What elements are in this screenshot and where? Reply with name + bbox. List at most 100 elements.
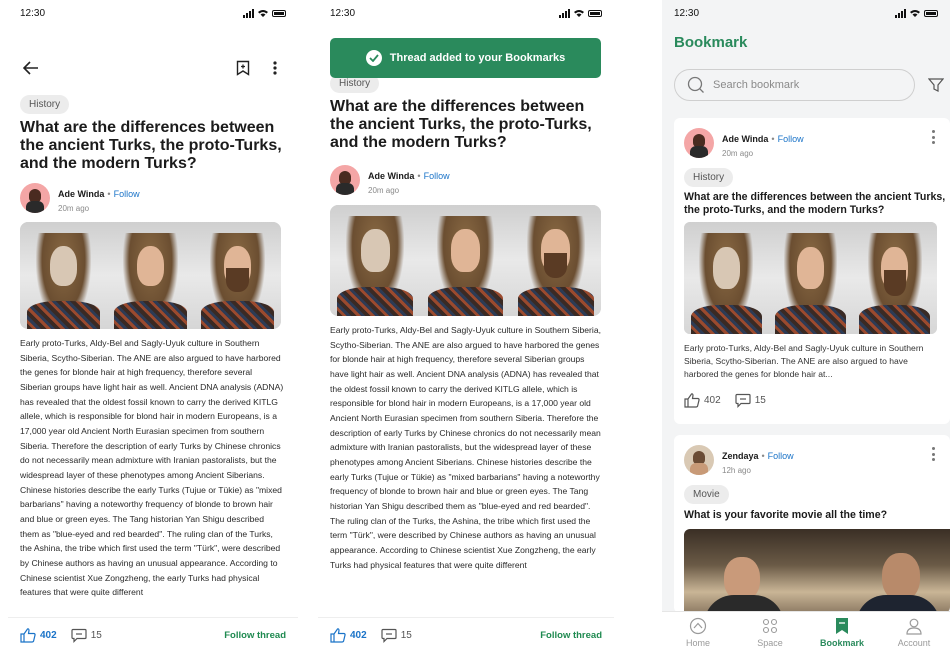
author-row: Ade Winda • Follow 20m ago — [330, 165, 450, 195]
thread-title: What are the differences between the anc… — [330, 98, 592, 151]
thread-action-bar: 402 15 Follow thread — [318, 617, 614, 653]
thread-body: Early proto-Turks, Aldy-Bel and Sagly-Uy… — [20, 338, 284, 598]
category-tag[interactable]: History — [684, 168, 734, 187]
image-panel — [852, 222, 937, 334]
screens-row: 12:30 History What are the differences b… — [0, 0, 950, 653]
filter-icon[interactable] — [926, 75, 946, 95]
author-name[interactable]: Zendaya — [722, 451, 759, 461]
card-image — [684, 222, 937, 334]
bookmark-screen: 12:30 Bookmark Ade Winda•Follow 20m ago — [662, 0, 950, 653]
comment-button[interactable]: 15 — [735, 393, 766, 408]
status-icons — [895, 8, 938, 18]
author-row: Ade Winda • Follow 20m ago — [684, 128, 950, 158]
like-button[interactable]: 402 — [684, 393, 721, 408]
signal-icon — [559, 8, 570, 18]
battery-icon — [588, 9, 602, 17]
image-panel — [768, 222, 853, 334]
like-count: 402 — [704, 395, 721, 406]
more-vertical-icon[interactable] — [264, 57, 286, 79]
card-image — [684, 529, 950, 613]
bookmark-card[interactable]: Ade Winda • Follow 20m ago History What ar… — [674, 118, 950, 424]
author-avatar[interactable] — [684, 445, 714, 475]
thumbs-up-icon — [684, 393, 700, 408]
signal-icon — [895, 8, 906, 18]
post-time: 20m ago — [58, 203, 90, 213]
search-icon — [687, 76, 704, 93]
card-title[interactable]: What is your favorite movie all the time… — [684, 509, 950, 522]
home-icon — [689, 617, 707, 635]
thread-toolbar — [20, 56, 286, 80]
back-arrow-icon[interactable] — [20, 57, 42, 79]
separator-dot: • — [761, 450, 765, 461]
battery-icon — [272, 9, 286, 17]
category-tag[interactable]: History — [20, 95, 70, 114]
follow-thread-button[interactable]: Follow thread — [540, 630, 602, 641]
more-vertical-icon[interactable] — [932, 130, 936, 147]
status-icons — [243, 8, 286, 18]
thread-action-bar: 402 15 Follow thread — [8, 617, 298, 653]
status-time: 12:30 — [674, 7, 700, 19]
status-time: 12:30 — [330, 7, 356, 19]
more-vertical-icon[interactable] — [932, 447, 936, 464]
image-panel — [510, 205, 601, 316]
bookmark-toast: Thread added to your Bookmarks — [330, 38, 601, 78]
image-panel — [420, 205, 511, 316]
battery-icon — [924, 9, 938, 17]
thumbs-up-icon — [330, 628, 346, 643]
nav-label: Bookmark — [819, 638, 864, 648]
search-input[interactable] — [713, 79, 893, 91]
nav-bookmark[interactable]: Bookmark — [812, 617, 872, 648]
status-bar: 12:30 — [318, 0, 614, 26]
author-name[interactable]: Ade Winda — [722, 134, 768, 144]
separator-dot: • — [417, 170, 421, 181]
nav-account[interactable]: Account — [884, 617, 944, 648]
toolbar-actions — [232, 57, 286, 79]
image-panel — [194, 222, 281, 329]
wifi-icon — [910, 10, 920, 17]
image-panel — [107, 222, 194, 329]
author-name[interactable]: Ade Winda — [58, 189, 104, 199]
comment-count: 15 — [754, 395, 766, 406]
author-avatar[interactable] — [330, 165, 360, 195]
author-avatar[interactable] — [20, 183, 50, 213]
like-count: 402 — [350, 630, 367, 641]
wifi-icon — [258, 10, 268, 17]
follow-link[interactable]: Follow — [768, 451, 794, 461]
wifi-icon — [574, 10, 584, 17]
comment-count: 15 — [400, 630, 412, 641]
like-button[interactable]: 402 — [330, 628, 367, 643]
follow-link[interactable]: Follow — [424, 171, 450, 181]
post-time: 20m ago — [368, 185, 400, 195]
like-button[interactable]: 402 — [20, 628, 57, 643]
bookmark-card[interactable]: Zendaya • Follow 12h ago Movie What is you… — [674, 435, 950, 613]
toast-message: Thread added to your Bookmarks — [389, 52, 566, 64]
follow-link[interactable]: Follow — [114, 189, 140, 199]
bottom-navigation: Home Space Bookmark Account — [662, 611, 950, 653]
bookmark-add-icon[interactable] — [232, 57, 254, 79]
follow-link[interactable]: Follow — [778, 134, 804, 144]
space-icon — [762, 618, 778, 634]
card-excerpt: Early proto-Turks, Aldy-Bel and Sagly-Uy… — [684, 343, 924, 379]
bookmark-icon — [836, 618, 848, 634]
thread-image — [330, 205, 601, 316]
image-panel — [684, 222, 769, 334]
nav-space[interactable]: Space — [740, 617, 800, 648]
status-time: 12:30 — [20, 7, 46, 19]
author-row: Ade Winda • Follow 20m ago — [20, 183, 140, 213]
thread-image — [20, 222, 281, 329]
post-time: 20m ago — [722, 148, 754, 158]
nav-home[interactable]: Home — [668, 617, 728, 648]
separator-dot: • — [771, 133, 775, 144]
signal-icon — [243, 8, 254, 18]
thread-body: Early proto-Turks, Aldy-Bel and Sagly-Uy… — [330, 325, 601, 570]
status-bar: 12:30 — [8, 0, 298, 26]
thumbs-up-icon — [20, 628, 36, 643]
author-name[interactable]: Ade Winda — [368, 171, 414, 181]
comment-button[interactable]: 15 — [71, 628, 102, 643]
follow-thread-button[interactable]: Follow thread — [224, 630, 286, 641]
comment-button[interactable]: 15 — [381, 628, 412, 643]
search-bar — [674, 69, 915, 101]
card-title[interactable]: What are the differences between the anc… — [684, 191, 946, 217]
author-avatar[interactable] — [684, 128, 714, 158]
category-tag[interactable]: Movie — [684, 485, 729, 504]
